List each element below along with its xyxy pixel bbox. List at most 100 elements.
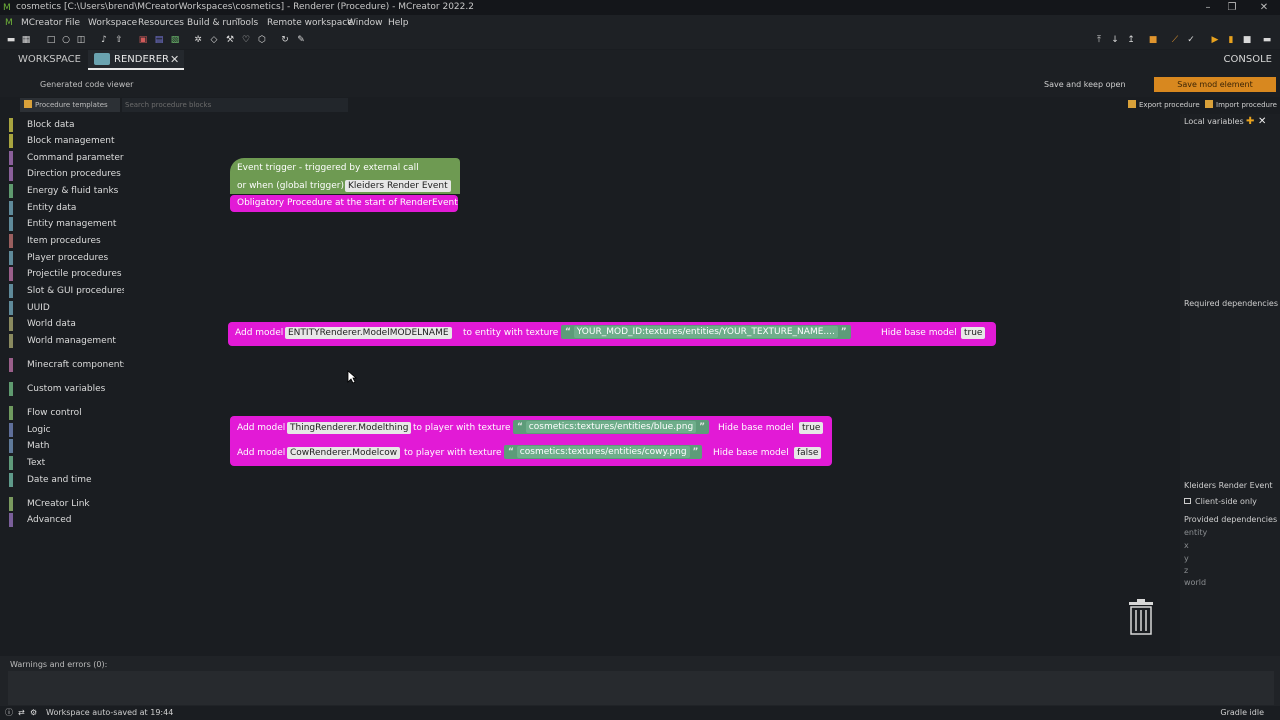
refresh-icon[interactable]: ↻	[280, 35, 290, 45]
export-icon[interactable]: ↥	[1126, 35, 1136, 45]
model-field[interactable]: ENTITYRenderer.ModelMODELNAME	[285, 327, 452, 339]
upload-icon[interactable]: ⇧	[114, 35, 124, 45]
tab-renderer[interactable]: RENDERER ✕	[88, 50, 184, 70]
category-item[interactable]: MCreator Link	[9, 497, 121, 511]
category-label: Date and time	[27, 475, 92, 485]
category-item[interactable]: Command parameters	[9, 151, 128, 165]
pick-icon[interactable]: ⚒	[225, 35, 235, 45]
tab-close-icon[interactable]: ✕	[170, 53, 179, 66]
console-tab[interactable]: CONSOLE	[1224, 54, 1272, 65]
category-item[interactable]: Item procedures	[9, 234, 121, 248]
obligatory-procedure-block[interactable]: Obligatory Procedure at the start of Ren…	[230, 195, 458, 212]
minimize-button[interactable]: –	[1196, 0, 1220, 15]
menu-resources[interactable]: Resources	[138, 15, 184, 31]
folder-icon[interactable]: ■	[1148, 35, 1158, 45]
menu-mcreator[interactable]: MCreator	[21, 15, 62, 31]
box-icon[interactable]: ◫	[76, 35, 86, 45]
category-item[interactable]: Advanced	[9, 513, 121, 527]
close-button[interactable]: ✕	[1252, 0, 1276, 15]
trash-can-icon[interactable]	[1128, 598, 1154, 636]
menu-build-run[interactable]: Build & run	[187, 15, 237, 31]
texture-string-block[interactable]: “ YOUR_MOD_ID:textures/entities/YOUR_TEX…	[561, 325, 851, 339]
add-model-player-block-1[interactable]: Add model ThingRenderer.Modelthing to pl…	[230, 416, 832, 441]
menu-remote-workspace[interactable]: Remote workspace	[267, 15, 353, 31]
texture-field[interactable]: cosmetics:textures/entities/blue.png	[525, 421, 697, 433]
category-color-bar	[9, 358, 13, 372]
texture-field[interactable]: YOUR_MOD_ID:textures/entities/YOUR_TEXTU…	[573, 326, 838, 338]
category-item[interactable]: Energy & fluid tanks	[9, 184, 121, 198]
remove-variable-icon[interactable]: ✕	[1258, 116, 1266, 127]
category-item[interactable]: Text	[9, 456, 121, 470]
stop-icon[interactable]: ■	[1242, 35, 1252, 45]
event-dropdown[interactable]: Kleiders Render Event	[345, 180, 451, 192]
category-item[interactable]: Block management	[9, 134, 121, 148]
texture-icon[interactable]: ▣	[138, 35, 148, 45]
info-icon[interactable]: ⓘ	[5, 706, 13, 720]
procedure-templates-button[interactable]: Procedure templates	[20, 98, 120, 112]
category-item[interactable]: Minecraft components	[9, 358, 128, 372]
search-input[interactable]: Search procedure blocks	[122, 98, 348, 112]
cube-icon[interactable]: ⬡	[257, 35, 267, 45]
shape-icon[interactable]: ◇	[209, 35, 219, 45]
add-model-player-block-2[interactable]: Add model CowRenderer.Modelcow to player…	[230, 441, 832, 466]
workspace-icon[interactable]: ▬	[6, 35, 16, 45]
texture-string-block[interactable]: “ cosmetics:textures/entities/blue.png ”	[513, 420, 709, 434]
menu-tools[interactable]: Tools	[236, 15, 258, 31]
category-item[interactable]: UUID	[9, 301, 121, 315]
menu-help[interactable]: Help	[388, 15, 409, 31]
category-item[interactable]: Logic	[9, 423, 121, 437]
image-icon[interactable]: ▧	[170, 35, 180, 45]
model-field[interactable]: CowRenderer.Modelcow	[287, 447, 401, 459]
wrench-icon[interactable]: ✓	[1186, 35, 1196, 45]
category-item[interactable]: Block data	[9, 118, 121, 132]
shield-icon[interactable]: ♡	[241, 35, 251, 45]
download-icon[interactable]: ↓	[1110, 35, 1120, 45]
brush-icon[interactable]: ⟋	[1170, 35, 1180, 45]
export-procedure-button[interactable]: Export procedure	[1128, 100, 1200, 109]
category-item[interactable]: Direction procedures	[9, 167, 121, 181]
menu-window[interactable]: Window	[347, 15, 383, 31]
category-item[interactable]: Projectile procedures	[9, 267, 122, 281]
category-item[interactable]: Entity management	[9, 217, 121, 231]
node-icon[interactable]: ▤	[154, 35, 164, 45]
grid-icon[interactable]: ▦	[21, 35, 31, 45]
save-mod-element-button[interactable]: Save mod element	[1154, 77, 1276, 92]
generated-code-viewer-button[interactable]: Generated code viewer	[40, 80, 133, 89]
add-model-entity-block[interactable]: Add model ENTITYRenderer.ModelMODELNAME …	[228, 322, 996, 346]
texture-string-block[interactable]: “ cosmetics:textures/entities/cowy.png ”	[504, 445, 703, 459]
sync-icon[interactable]: ⇄	[18, 706, 25, 720]
menu-workspace[interactable]: Workspace	[88, 15, 137, 31]
category-item[interactable]: Entity data	[9, 201, 121, 215]
nodes-icon[interactable]: ✲	[193, 35, 203, 45]
music-icon[interactable]: ♪	[99, 35, 109, 45]
category-item[interactable]: Date and time	[9, 473, 121, 487]
maximize-button[interactable]: ❐	[1220, 0, 1244, 15]
event-trigger-block[interactable]: Event trigger - triggered by external ca…	[230, 158, 460, 198]
category-item[interactable]: Custom variables	[9, 382, 121, 396]
branch-icon[interactable]: ⤒	[1094, 35, 1104, 45]
category-item[interactable]: Slot & GUI procedures	[9, 284, 126, 298]
category-item[interactable]: Player procedures	[9, 251, 121, 265]
settings-icon[interactable]: ⚙	[30, 706, 37, 720]
category-item[interactable]: Flow control	[9, 406, 121, 420]
add-variable-icon[interactable]: ✚	[1246, 116, 1254, 127]
category-item[interactable]: World data	[9, 317, 121, 331]
hide-base-value[interactable]: true	[961, 327, 986, 339]
category-item[interactable]: World management	[9, 334, 121, 348]
blockly-canvas[interactable]: Event trigger - triggered by external ca…	[124, 114, 1180, 656]
save-keep-open-button[interactable]: Save and keep open	[1044, 80, 1126, 89]
menu-file[interactable]: File	[65, 15, 80, 31]
square-icon[interactable]: □	[46, 35, 56, 45]
category-item[interactable]: Math	[9, 439, 121, 453]
circle-icon[interactable]: ○	[61, 35, 71, 45]
run-client-icon[interactable]: ▶	[1210, 35, 1220, 45]
export-mod-icon[interactable]: ▬	[1262, 35, 1272, 45]
edit-icon[interactable]: ✎	[296, 35, 306, 45]
tab-workspace[interactable]: WORKSPACE	[18, 54, 81, 65]
run-server-icon[interactable]: ▮	[1226, 35, 1236, 45]
hide-base-value[interactable]: true	[799, 422, 824, 434]
hide-base-value[interactable]: false	[794, 447, 822, 459]
model-field[interactable]: ThingRenderer.Modelthing	[287, 422, 412, 434]
texture-field[interactable]: cosmetics:textures/entities/cowy.png	[516, 446, 690, 458]
import-procedure-button[interactable]: Import procedure	[1205, 100, 1277, 109]
